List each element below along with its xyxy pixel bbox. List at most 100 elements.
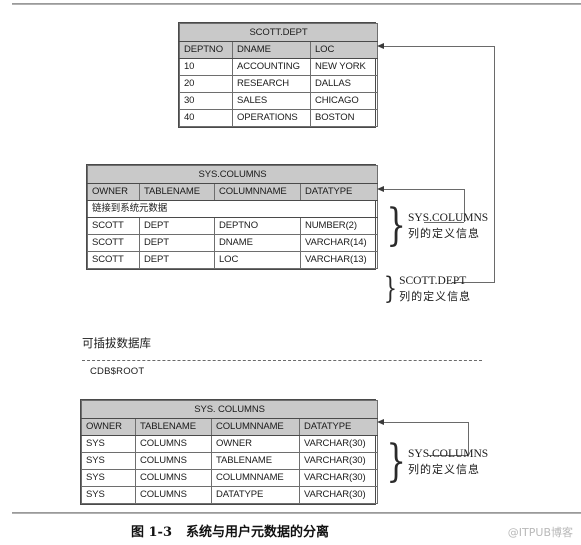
annotation-line-2: 列的定义信息 [399, 290, 472, 303]
annotation-line-1: SYS.COLUMNS [408, 447, 489, 460]
annotation-line-1: SCOTT.DEPT [399, 275, 467, 287]
table-header-row: OWNER TABLENAME COLUMNNAME DATATYPE [87, 183, 378, 201]
figure-number: 图 1-3 [130, 525, 172, 540]
cell: DEPT [139, 217, 215, 235]
cell: DALLAS [310, 75, 378, 93]
cdb-root-label: CDB$ROOT [90, 366, 145, 377]
connector-mid-horizontal [384, 189, 464, 190]
annotation-text: SYS.COLUMNS 列的定义信息 [408, 447, 488, 478]
column-header: TABLENAME [139, 183, 215, 201]
table-row: 40 OPERATIONS BOSTON [179, 109, 378, 127]
annotation-line-2: 列的定义信息 [408, 462, 480, 476]
table-row: 10 ACCOUNTING NEW YORK [179, 58, 378, 76]
cell: DNAME [214, 234, 301, 252]
column-header: DATATYPE [298, 418, 379, 436]
cell: COLUMNS [135, 486, 212, 504]
cell: OPERATIONS [232, 109, 311, 127]
cell: 10 [179, 58, 233, 76]
table-title: SYS. COLUMNS [80, 400, 379, 419]
table-row: SCOTT DEPT DEPTNO NUMBER(2) [87, 217, 378, 235]
column-header: DNAME [232, 41, 311, 59]
pluggable-database-label: 可插拔数据库 [82, 336, 151, 350]
cell: SCOTT [87, 234, 140, 252]
cell: COLUMNS [135, 435, 212, 453]
page-rule-bottom [12, 512, 581, 514]
cell: DEPTNO [214, 217, 301, 235]
table-row: 20 RESEARCH DALLAS [179, 75, 378, 93]
cell: VARCHAR(30) [298, 486, 379, 504]
column-header: TABLENAME [135, 418, 212, 436]
table-header-row: DEPTNO DNAME LOC [179, 41, 378, 59]
cell: NEW YORK [310, 58, 378, 76]
annotation-scott-dept: } SCOTT.DEPT 列的定义信息 [378, 274, 471, 305]
cell: OWNER [211, 435, 300, 453]
figure-caption: 图 1-3 系统与用户元数据的分离 [0, 521, 460, 540]
brace-icon: } [386, 436, 406, 487]
column-header: DATATYPE [300, 183, 378, 201]
table-scott-dept: SCOTT.DEPT DEPTNO DNAME LOC 10 ACCOUNTIN… [178, 22, 378, 128]
annotation-text: SYS.COLUMNS 列的定义信息 [408, 211, 488, 242]
figure-caption-text: 系统与用户元数据的分离 [186, 525, 330, 540]
column-header: OWNER [81, 418, 136, 436]
table-row: SCOTT DEPT DNAME VARCHAR(14) [87, 234, 378, 252]
cell: 40 [179, 109, 233, 127]
arrow-into-sys-columns-middle-icon [377, 186, 384, 192]
cell: 30 [179, 92, 233, 110]
cell: VARCHAR(13) [300, 251, 378, 269]
table-header-row: OWNER TABLENAME COLUMNNAME DATATYPE [81, 418, 379, 436]
cell: COLUMNS [135, 469, 212, 487]
cell: COLUMNNAME [211, 469, 300, 487]
cell: TABLENAME [211, 452, 300, 470]
table-row: SYS COLUMNS TABLENAME VARCHAR(30) [81, 452, 379, 470]
column-header: LOC [310, 41, 378, 59]
table-row: 30 SALES CHICAGO [179, 92, 378, 110]
table-row: SCOTT DEPT LOC VARCHAR(13) [87, 251, 378, 269]
cell: VARCHAR(14) [300, 234, 378, 252]
table-row: SYS COLUMNS COLUMNNAME VARCHAR(30) [81, 469, 379, 487]
cell: SALES [232, 92, 311, 110]
table-row: SYS COLUMNS OWNER VARCHAR(30) [81, 435, 379, 453]
cell: NUMBER(2) [300, 217, 378, 235]
brace-icon: } [386, 200, 406, 251]
table-merged-note-row: 链接到系统元数据 [87, 200, 378, 218]
cell: 20 [179, 75, 233, 93]
annotation-sys-columns-bottom: } SYS.COLUMNS 列的定义信息 [378, 436, 488, 487]
cell: COLUMNS [135, 452, 212, 470]
cell: SYS [81, 435, 136, 453]
dashed-divider [82, 360, 482, 361]
cell: LOC [214, 251, 301, 269]
merged-note-cell: 链接到系统元数据 [87, 200, 378, 218]
table-title: SCOTT.DEPT [179, 23, 378, 42]
arrow-into-scott-dept-icon [377, 43, 384, 49]
cell: VARCHAR(30) [298, 435, 379, 453]
connector-top-vertical [494, 46, 495, 283]
cell: DATATYPE [211, 486, 300, 504]
cell: SYS [81, 452, 136, 470]
watermark: @ITPUB博客 [507, 526, 573, 539]
cell: SCOTT [87, 251, 140, 269]
cell: VARCHAR(30) [298, 452, 379, 470]
cell: ACCOUNTING [232, 58, 311, 76]
cell: DEPT [139, 234, 215, 252]
cell: DEPT [139, 251, 215, 269]
cell: SYS [81, 469, 136, 487]
column-header: COLUMNNAME [214, 183, 301, 201]
column-header: COLUMNNAME [211, 418, 300, 436]
table-sys-columns-middle: SYS.COLUMNS OWNER TABLENAME COLUMNNAME D… [86, 164, 378, 270]
cell: BOSTON [310, 109, 378, 127]
annotation-sys-columns-middle: } SYS.COLUMNS 列的定义信息 [378, 200, 488, 251]
cell: CHICAGO [310, 92, 378, 110]
table-sys-columns-bottom: SYS. COLUMNS OWNER TABLENAME COLUMNNAME … [80, 399, 379, 505]
cell: VARCHAR(30) [298, 469, 379, 487]
annotation-line-2: 列的定义信息 [408, 226, 480, 240]
cell: RESEARCH [232, 75, 311, 93]
column-header: OWNER [87, 183, 140, 201]
table-title: SYS.COLUMNS [87, 165, 378, 184]
page-rule-top [12, 3, 581, 5]
cell: SCOTT [87, 217, 140, 235]
annotation-text: SCOTT.DEPT 列的定义信息 [399, 274, 471, 305]
brace-icon: } [383, 271, 398, 307]
cell: SYS [81, 486, 136, 504]
column-header: DEPTNO [179, 41, 233, 59]
table-row: SYS COLUMNS DATATYPE VARCHAR(30) [81, 486, 379, 504]
